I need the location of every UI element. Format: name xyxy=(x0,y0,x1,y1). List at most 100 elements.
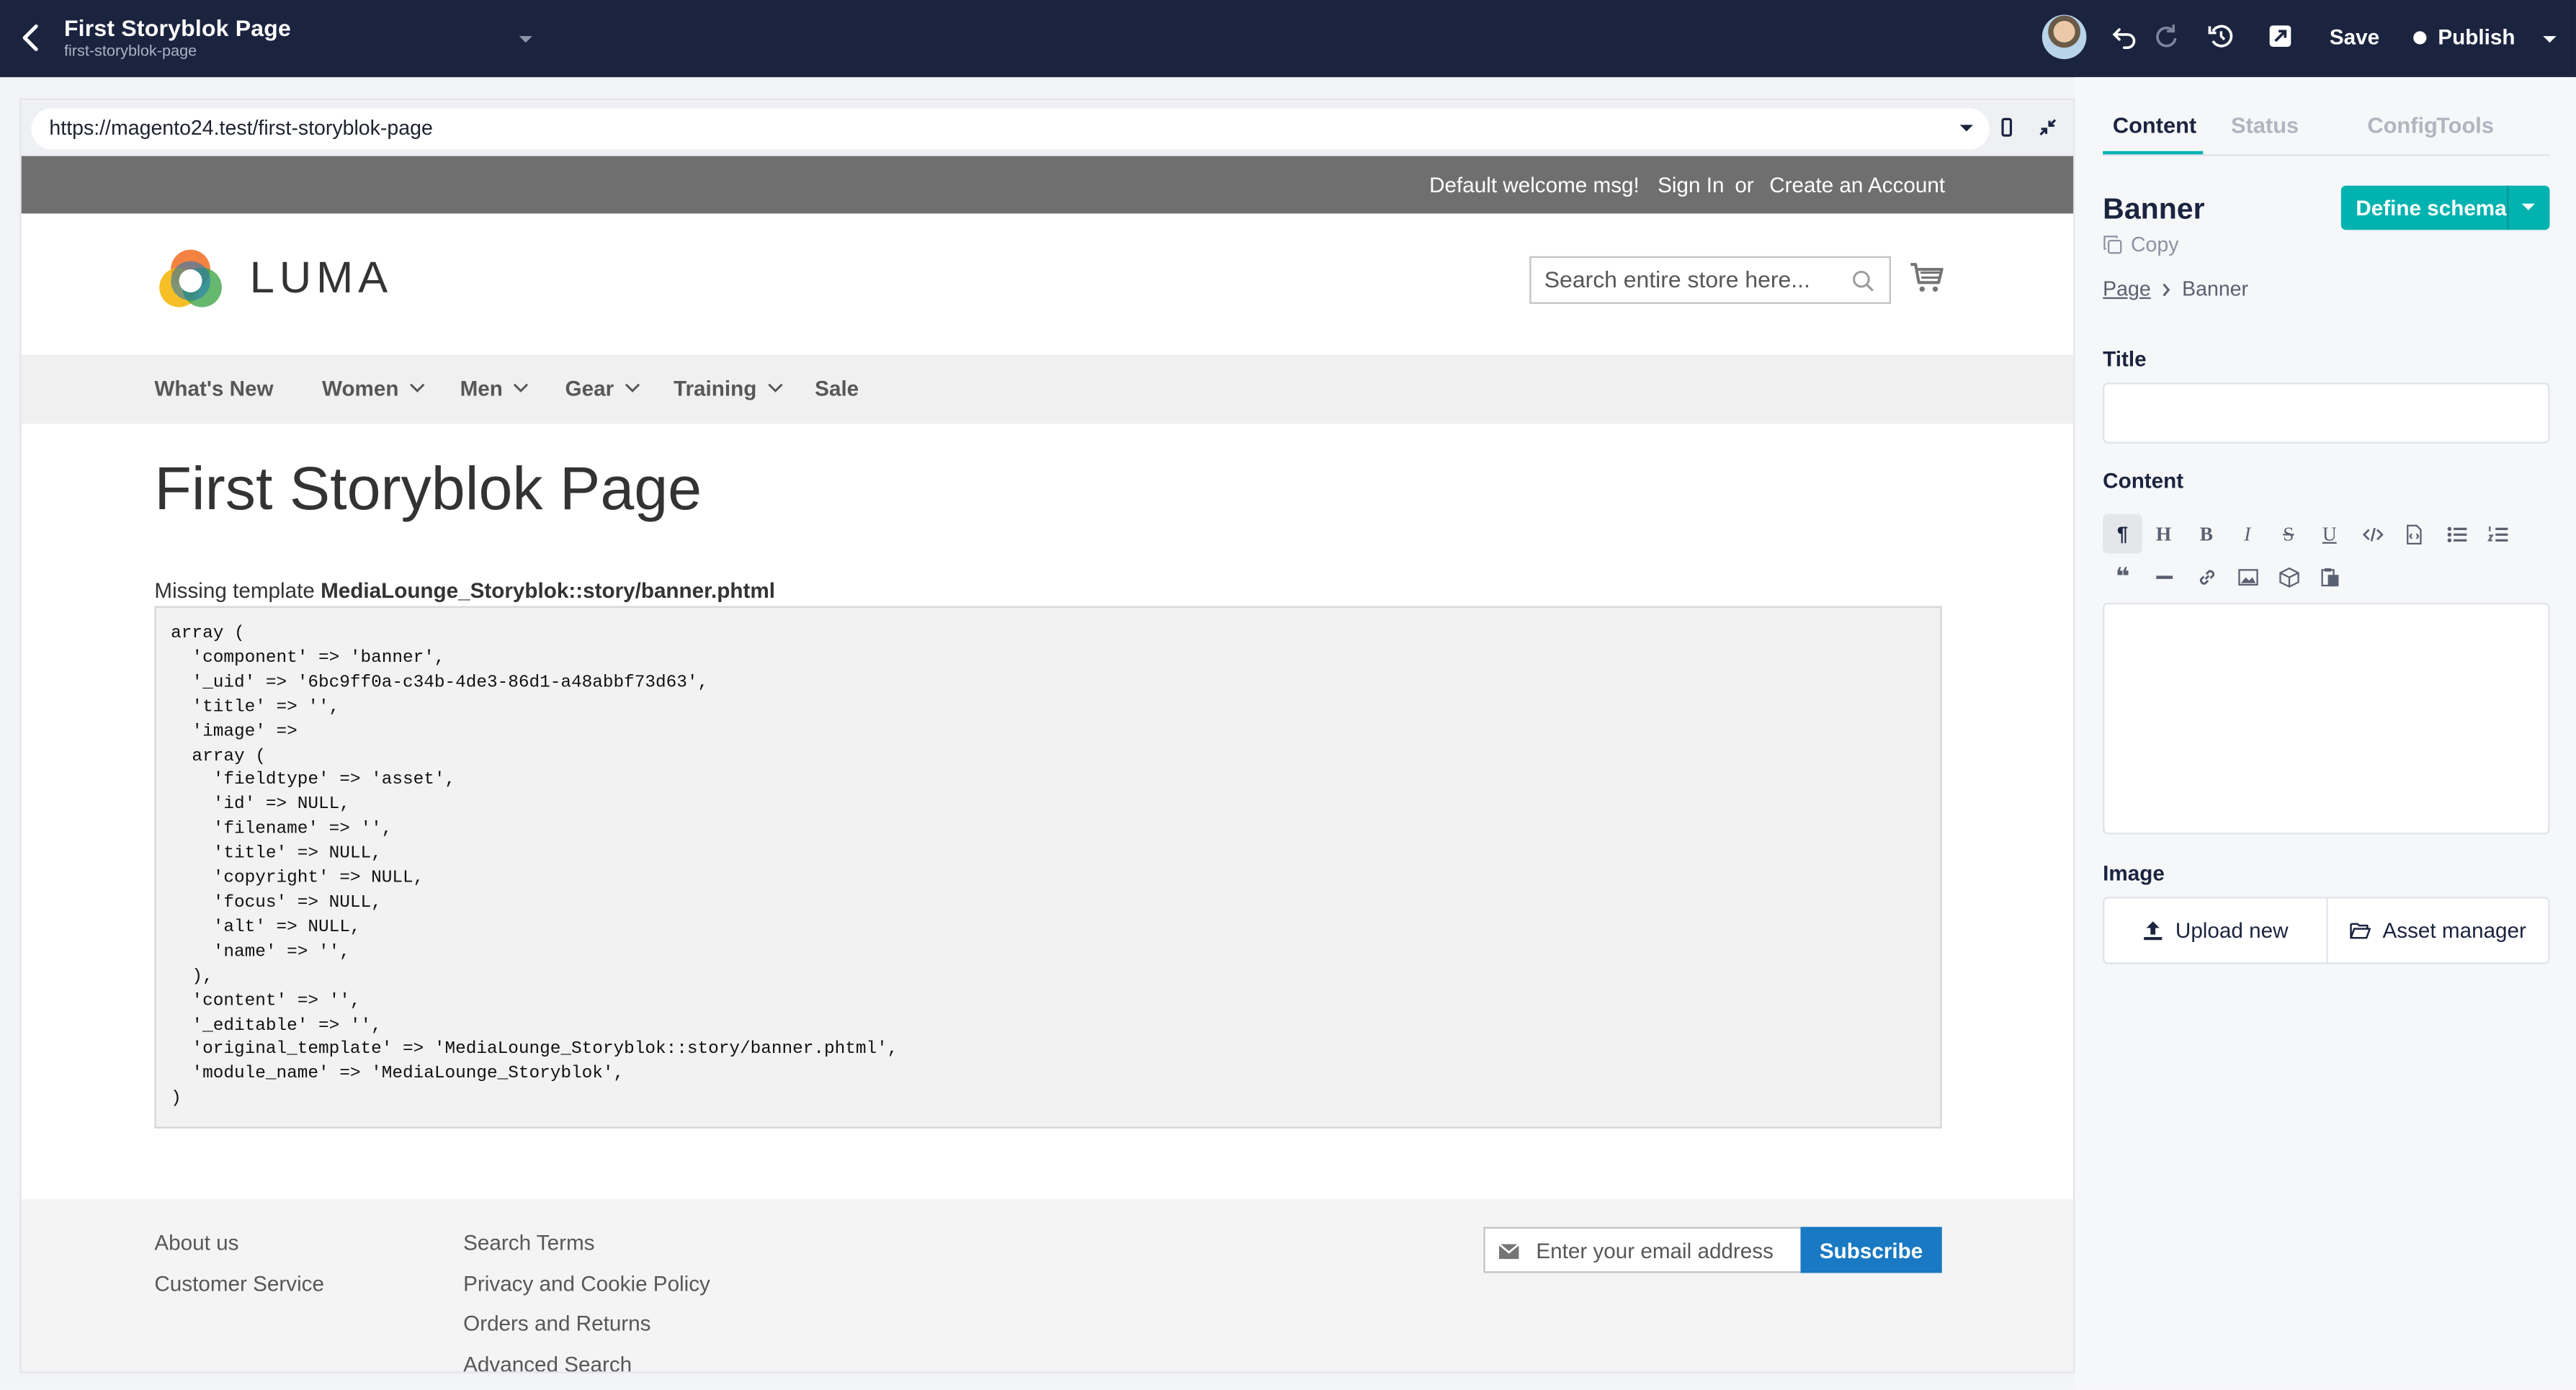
luma-logo-text[interactable]: LUMA xyxy=(250,253,393,304)
content-richtext-editor[interactable] xyxy=(2103,602,2550,835)
cart-icon[interactable] xyxy=(1909,261,1945,295)
luma-footer: About us Customer Service Search Terms P… xyxy=(21,1198,2074,1372)
editor-sidebar: Content Status Config Tools Banner Copy … xyxy=(2075,77,2576,1390)
create-account-link[interactable]: Create an Account xyxy=(1769,172,1945,197)
luma-header: LUMA xyxy=(21,213,2074,355)
publish-dropdown-icon[interactable] xyxy=(2540,33,2559,46)
collapse-icon[interactable] xyxy=(2037,117,2059,138)
code-icon xyxy=(2361,526,2383,541)
url-text: https://magento24.test/first-storyblok-p… xyxy=(49,116,433,140)
sign-in-link[interactable]: Sign In xyxy=(1658,172,1724,197)
bold-button[interactable]: B xyxy=(2186,514,2226,554)
url-field[interactable]: https://magento24.test/first-storyblok-p… xyxy=(31,108,1990,150)
debug-code-block: array ( 'component' => 'banner', '_uid' … xyxy=(154,606,1942,1129)
footer-link-advanced-search[interactable]: Advanced Search xyxy=(463,1352,632,1371)
paragraph-button[interactable]: ¶ xyxy=(2103,514,2142,554)
define-schema-button[interactable]: Define schema xyxy=(2340,185,2550,230)
define-schema-label: Define schema xyxy=(2356,195,2507,220)
ordered-list-button[interactable] xyxy=(2477,514,2517,554)
store-search-input[interactable] xyxy=(1544,266,1841,292)
nav-item-women[interactable]: Women xyxy=(322,376,425,400)
nav-item-whats-new[interactable]: What's New xyxy=(154,376,273,400)
tab-content[interactable]: Content xyxy=(2113,113,2196,138)
breadcrumb-page[interactable]: Page xyxy=(2103,277,2151,300)
image-button[interactable] xyxy=(2227,557,2267,596)
strike-button[interactable]: S xyxy=(2269,514,2309,554)
italic-button[interactable]: I xyxy=(2227,514,2267,554)
search-icon[interactable] xyxy=(1851,269,1874,292)
footer-link-about[interactable]: About us xyxy=(154,1230,238,1255)
copy-button[interactable]: Copy xyxy=(2103,233,2179,256)
tab-tools[interactable]: Tools xyxy=(2436,113,2494,138)
copy-label: Copy xyxy=(2130,233,2179,256)
paste-button[interactable] xyxy=(2310,557,2350,596)
newsletter-field xyxy=(1483,1227,1802,1273)
chevron-right-icon xyxy=(2163,282,2170,296)
strikethrough-icon: S xyxy=(2283,521,2294,545)
mobile-view-icon[interactable] xyxy=(1996,117,2018,138)
top-bar: First Storyblok Page first-storyblok-pag… xyxy=(0,0,2576,78)
tab-status[interactable]: Status xyxy=(2231,113,2299,138)
heading-button[interactable]: H xyxy=(2144,514,2183,554)
chevron-down-icon xyxy=(409,383,424,393)
footer-link-customer-service[interactable]: Customer Service xyxy=(154,1271,324,1296)
page-title: First Storyblok Page xyxy=(154,454,702,523)
underline-button[interactable]: U xyxy=(2310,514,2350,554)
luma-top-panel: Default welcome msg! Sign In or Create a… xyxy=(21,156,2074,214)
tab-divider xyxy=(2103,154,2550,156)
chevron-down-icon[interactable] xyxy=(516,33,535,46)
bullet-list-button[interactable] xyxy=(2436,514,2476,554)
user-avatar[interactable] xyxy=(2041,14,2087,60)
button-separator xyxy=(2507,185,2509,230)
nav-item-sale[interactable]: Sale xyxy=(815,376,859,400)
nav-item-men[interactable]: Men xyxy=(460,376,529,400)
url-dropdown-icon[interactable] xyxy=(1958,123,1975,135)
cube-icon xyxy=(2278,566,2299,587)
upload-new-button[interactable]: Upload new xyxy=(2104,898,2326,962)
history-icon[interactable] xyxy=(2208,23,2234,49)
content-field-label: Content xyxy=(2103,467,2184,493)
tab-config[interactable]: Config xyxy=(2367,113,2437,138)
story-title: First Storyblok Page xyxy=(63,14,292,42)
nav-item-training[interactable]: Training xyxy=(674,376,783,400)
upload-icon xyxy=(2144,921,2163,941)
publish-button[interactable]: Publish xyxy=(2438,24,2515,49)
missing-template-name: MediaLounge_Storyblok::story/banner.phtm… xyxy=(321,578,775,603)
title-input[interactable] xyxy=(2103,382,2550,444)
newsletter-email-input[interactable] xyxy=(1536,1238,1791,1263)
undo-icon[interactable] xyxy=(2111,23,2137,49)
image-field-label: Image xyxy=(2103,861,2165,886)
code-block-button[interactable] xyxy=(2394,514,2433,554)
chevron-down-icon xyxy=(767,383,782,393)
footer-link-privacy[interactable]: Privacy and Cookie Policy xyxy=(463,1271,710,1296)
pilcrow-icon: ¶ xyxy=(2116,522,2129,546)
luma-logo-icon[interactable] xyxy=(154,245,226,317)
redo-icon[interactable] xyxy=(2152,23,2178,49)
heading-icon: H xyxy=(2155,521,2172,545)
upload-new-label: Upload new xyxy=(2175,918,2289,943)
richtext-toolbar: ¶ H B I S U ❝ xyxy=(2103,511,2549,599)
asset-manager-button[interactable]: Asset manager xyxy=(2328,898,2549,962)
chevron-down-icon[interactable] xyxy=(2520,202,2536,214)
visual-preview: https://magento24.test/first-storyblok-p… xyxy=(19,98,2075,1373)
quote-button[interactable]: ❝ xyxy=(2103,557,2142,596)
store-search xyxy=(1529,256,1891,304)
save-button[interactable]: Save xyxy=(2330,24,2379,49)
nav-item-gear[interactable]: Gear xyxy=(565,376,640,400)
paste-icon xyxy=(2320,567,2338,586)
or-text: or xyxy=(1735,172,1754,197)
horizontal-rule-button[interactable] xyxy=(2144,557,2183,596)
story-slug: first-storyblok-page xyxy=(63,42,197,61)
code-button[interactable] xyxy=(2353,514,2392,554)
block-button[interactable] xyxy=(2269,557,2309,596)
open-external-icon[interactable] xyxy=(2267,23,2293,49)
footer-link-orders-returns[interactable]: Orders and Returns xyxy=(463,1311,650,1335)
subscribe-button[interactable]: Subscribe xyxy=(1800,1227,1942,1273)
footer-link-search-terms[interactable]: Search Terms xyxy=(463,1230,594,1255)
welcome-message: Default welcome msg! xyxy=(1429,172,1640,197)
quote-icon: ❝ xyxy=(2115,563,2130,592)
link-button[interactable] xyxy=(2186,557,2226,596)
bullet-list-icon xyxy=(2446,526,2467,542)
code-block-icon xyxy=(2405,524,2421,544)
back-arrow-icon[interactable] xyxy=(17,22,46,55)
